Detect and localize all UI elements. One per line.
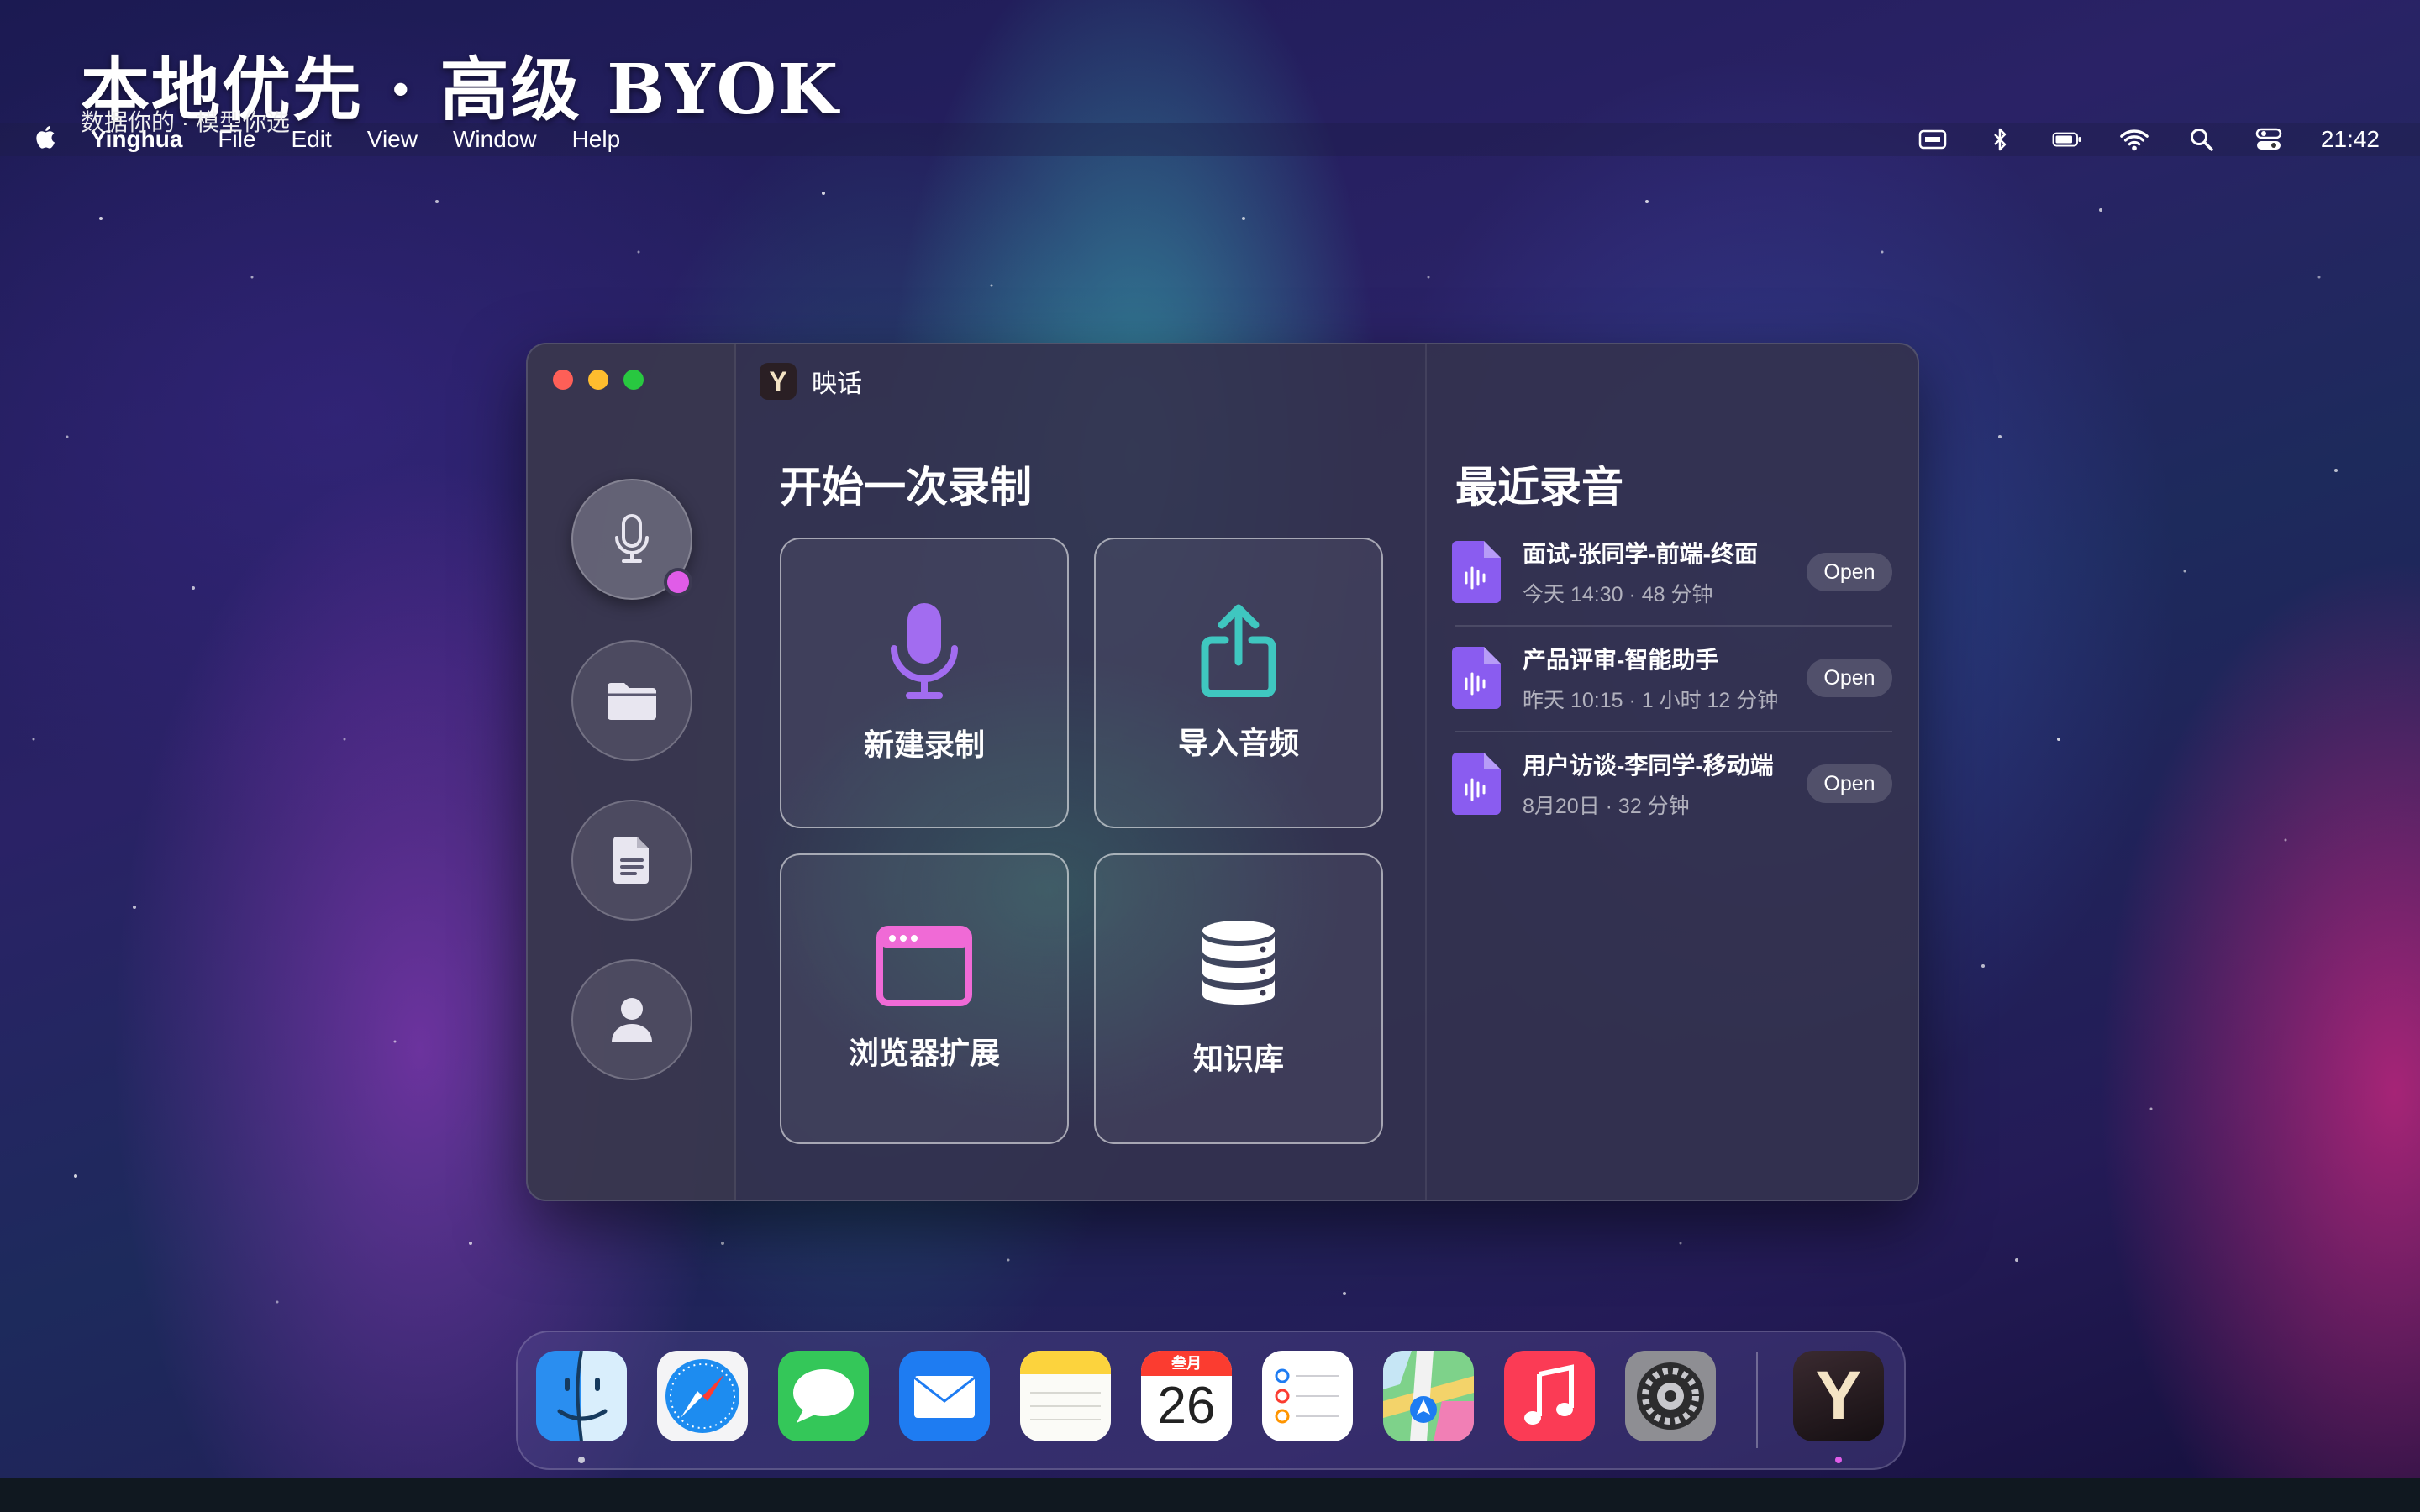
app-logo-icon: Y	[760, 363, 797, 400]
audio-file-icon	[1452, 753, 1501, 815]
system-settings-icon[interactable]	[1625, 1351, 1716, 1441]
microphone-icon	[615, 514, 649, 563]
recent-recording-item[interactable]: 产品评审-智能助手 昨天 10:15 · 1 小时 12 分钟 Open	[1452, 628, 1892, 727]
share-upload-icon	[1201, 604, 1276, 697]
notes-icon[interactable]	[1020, 1351, 1111, 1441]
apple-logo-icon[interactable]	[34, 124, 55, 155]
person-icon	[612, 998, 652, 1042]
recording-meta: 今天 14:30 · 48 分钟	[1523, 583, 1713, 606]
browser-extension-label: 浏览器扩展	[848, 1036, 1000, 1070]
open-recording-button[interactable]: Open	[1807, 553, 1892, 591]
recording-meta: 昨天 10:15 · 1 小时 12 分钟	[1523, 689, 1779, 712]
messages-icon[interactable]	[778, 1351, 869, 1441]
minimize-window-button[interactable]	[588, 370, 608, 390]
sidebar-record-button[interactable]	[571, 479, 692, 600]
wifi-icon[interactable]	[2119, 127, 2149, 152]
recording-status-dot	[664, 568, 692, 596]
dock: 叁月 26 Y	[516, 1331, 1906, 1470]
window-titlebar: Y 映话	[760, 363, 862, 400]
recent-recording-item[interactable]: 用户访谈-李同学-移动端 8月20日 · 32 分钟 Open	[1452, 734, 1892, 833]
microphone-icon	[891, 603, 958, 699]
spotlight-search-icon[interactable]	[2186, 127, 2217, 152]
import-audio-label: 导入音频	[1177, 726, 1299, 760]
list-divider	[1455, 731, 1892, 732]
sidebar	[528, 344, 736, 1200]
folder-icon	[608, 683, 656, 720]
calendar-month: 叁月	[1141, 1351, 1232, 1376]
mail-icon[interactable]	[899, 1351, 990, 1441]
close-window-button[interactable]	[553, 370, 573, 390]
browser-extension-tile[interactable]: 浏览器扩展	[780, 853, 1069, 1144]
audio-file-icon	[1452, 647, 1501, 709]
window-controls	[553, 370, 644, 390]
reminders-icon[interactable]	[1262, 1351, 1353, 1441]
maps-icon[interactable]	[1383, 1351, 1474, 1441]
recording-title: 用户访谈-李同学-移动端	[1523, 753, 1774, 779]
battery-icon[interactable]	[2052, 127, 2082, 152]
sidebar-library-button[interactable]	[571, 640, 692, 761]
open-recording-button[interactable]: Open	[1807, 764, 1892, 803]
list-divider	[1455, 625, 1892, 627]
knowledge-base-tile[interactable]: 知识库	[1094, 853, 1383, 1144]
document-icon	[613, 837, 649, 884]
calendar-day: 26	[1157, 1377, 1216, 1435]
recording-meta: 8月20日 · 32 分钟	[1523, 795, 1690, 818]
music-icon[interactable]	[1504, 1351, 1595, 1441]
database-icon	[1202, 921, 1275, 1005]
recording-title: 面试-张同学-前端-终面	[1523, 541, 1758, 567]
recording-title: 产品评审-智能助手	[1523, 647, 1719, 673]
bluetooth-icon[interactable]	[1985, 127, 2015, 152]
recent-recording-item[interactable]: 面试-张同学-前端-终面 今天 14:30 · 48 分钟 Open	[1452, 522, 1892, 622]
finder-running-indicator	[578, 1457, 585, 1463]
open-recording-button[interactable]: Open	[1807, 659, 1892, 697]
new-recording-tile[interactable]: 新建录制	[780, 538, 1069, 828]
sidebar-transcripts-button[interactable]	[571, 800, 692, 921]
import-audio-tile[interactable]: 导入音频	[1094, 538, 1383, 828]
menu-clock[interactable]: 21:42	[2321, 126, 2380, 153]
finder-icon[interactable]	[536, 1351, 627, 1441]
calendar-icon[interactable]: 叁月 26	[1141, 1351, 1232, 1441]
yinghua-logo-letter: Y	[1815, 1357, 1862, 1434]
knowledge-base-label: 知识库	[1192, 1042, 1284, 1076]
recent-recordings-heading: 最近录音	[1455, 464, 1623, 511]
yinghua-app-icon[interactable]: Y	[1793, 1351, 1884, 1441]
new-recording-label: 新建录制	[863, 727, 985, 762]
bottom-band	[0, 1478, 2420, 1512]
start-recording-heading: 开始一次录制	[780, 464, 1032, 511]
promo-subtitle: 数据你的 · 模型你选	[81, 109, 290, 135]
panel-divider	[1425, 344, 1427, 1200]
sidebar-account-button[interactable]	[571, 959, 692, 1080]
safari-icon[interactable]	[657, 1351, 748, 1441]
control-center-icon[interactable]	[2254, 127, 2284, 152]
window-title: 映话	[812, 370, 862, 398]
keyboard-input-icon[interactable]	[1918, 127, 1948, 152]
dock-separator	[1756, 1352, 1758, 1448]
audio-file-icon	[1452, 541, 1501, 603]
zoom-window-button[interactable]	[623, 370, 644, 390]
app-window: Y 映话 开始一次录制 新建录制 导入音频 浏览器扩展 知识库 最近录音 面试-…	[526, 343, 1919, 1201]
yinghua-running-indicator	[1835, 1457, 1842, 1463]
browser-window-icon	[876, 926, 972, 1006]
